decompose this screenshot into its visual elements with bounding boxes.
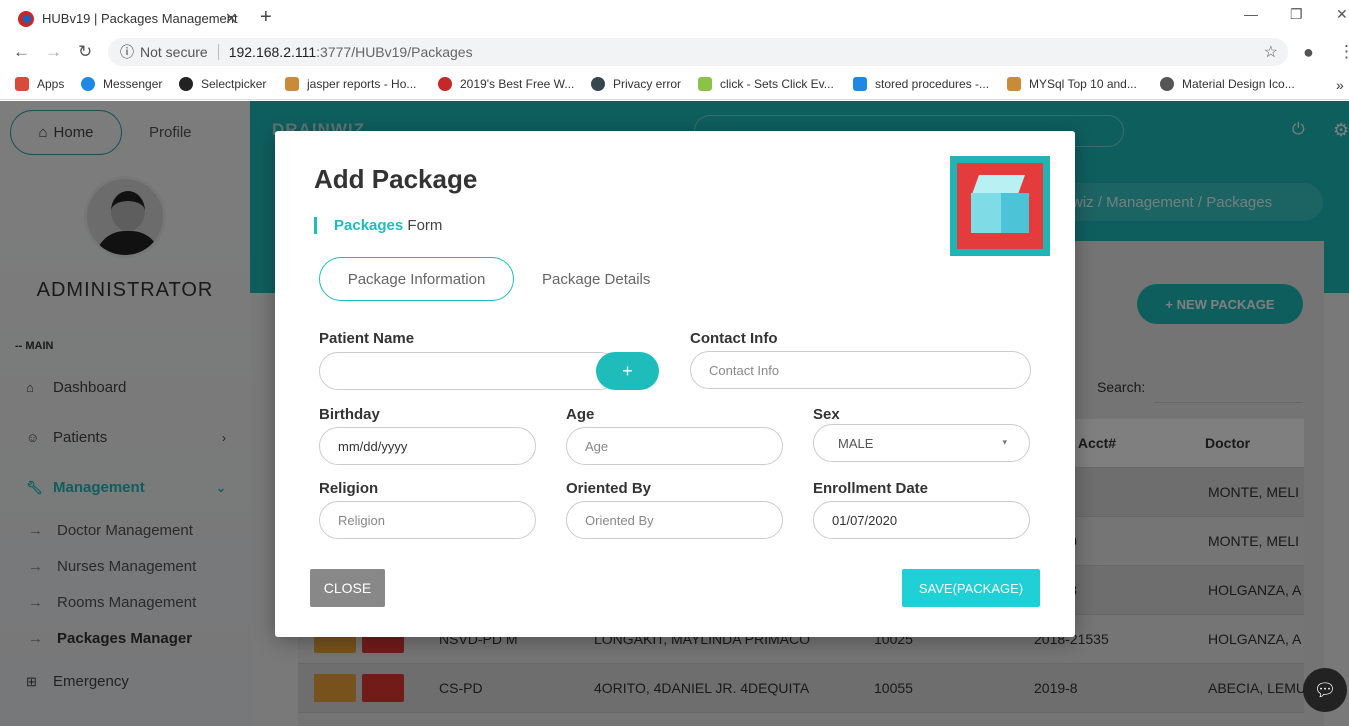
database-icon (853, 77, 867, 91)
tab-close-icon[interactable]: ✕ (225, 9, 238, 29)
stackoverflow-icon (1007, 77, 1021, 91)
bookmark-star-icon[interactable]: ☆ (1264, 42, 1278, 62)
patient-name-label: Patient Name (319, 330, 415, 347)
profile-icon[interactable]: ● (1303, 42, 1314, 63)
window-close-icon[interactable]: ✕ (1336, 6, 1348, 23)
bookmark-free-w[interactable]: 2019's Best Free W... (438, 77, 574, 91)
restore-icon[interactable]: ❐ (1290, 6, 1303, 23)
reload-icon[interactable]: ↻ (78, 42, 92, 62)
birthday-field[interactable]: mm/dd/yyyy (319, 427, 536, 465)
add-package-modal: Add Package Packages Form Package Inform… (275, 131, 1075, 637)
browser-tab[interactable]: HUBv19 | Packages Management ✕ (8, 3, 248, 34)
github-icon (179, 77, 193, 91)
apps-grid-icon (15, 77, 29, 91)
close-button[interactable]: CLOSE (310, 569, 385, 607)
enrollment-date-label: Enrollment Date (813, 480, 929, 497)
bookmark-stored-procedures[interactable]: stored procedures -... (853, 77, 989, 91)
chevron-down-icon: ▾ (1002, 437, 1007, 447)
globe-icon (1160, 77, 1174, 91)
modal-title: Add Package (314, 164, 478, 194)
stackoverflow-icon (285, 77, 299, 91)
tab-package-details[interactable]: Package Details (542, 271, 650, 288)
url-host: 192.168.2.111 (228, 44, 317, 60)
age-label: Age (566, 406, 595, 423)
religion-field[interactable]: Religion (319, 501, 536, 539)
url-path: :3777/HUBv19/Packages (316, 44, 473, 60)
bookmark-material-design[interactable]: Material Design Ico... (1160, 77, 1295, 91)
add-patient-button[interactable]: + (596, 352, 659, 390)
contact-info-label: Contact Info (690, 330, 778, 347)
browser-tab-strip: HUBv19 | Packages Management ✕ + — ❐ ✕ (0, 0, 1349, 34)
bookmarks-overflow[interactable]: » (1336, 77, 1344, 93)
package-box-icon (950, 156, 1050, 256)
address-bar-row: ← → ↻ ⓘ Not secure 192.168.2.111 :3777/H… (0, 34, 1349, 70)
site-favicon-icon (18, 10, 34, 27)
bookmark-selectpicker[interactable]: Selectpicker (179, 77, 266, 91)
bookmark-jasper[interactable]: jasper reports - Ho... (285, 77, 416, 91)
bookmarks-bar: Apps Messenger Selectpicker jasper repor… (0, 70, 1349, 100)
bookmark-messenger[interactable]: Messenger (81, 77, 162, 91)
save-package-button[interactable]: SAVE(PACKAGE) (902, 569, 1040, 607)
patient-name-field[interactable] (319, 352, 619, 390)
url-field[interactable]: ⓘ Not secure 192.168.2.111 :3777/HUBv19/… (108, 38, 1288, 66)
contact-info-field[interactable]: Contact Info (690, 351, 1031, 389)
site-icon (438, 77, 452, 91)
tab-title: HUBv19 | Packages Management (42, 11, 238, 26)
bookmark-mysql[interactable]: MYSql Top 10 and... (1007, 77, 1137, 91)
security-label: Not secure (140, 44, 219, 60)
chat-icon[interactable]: 💬︎ (1303, 668, 1347, 712)
new-tab-button[interactable]: + (260, 6, 272, 29)
sex-label: Sex (813, 406, 840, 423)
messenger-icon (81, 77, 95, 91)
enrollment-date-field[interactable]: 01/07/2020 (813, 501, 1030, 539)
birthday-label: Birthday (319, 406, 380, 423)
minimize-icon[interactable]: — (1244, 6, 1258, 22)
bookmark-privacy-error[interactable]: Privacy error (591, 77, 681, 91)
sex-select[interactable]: MALE ▾ (813, 424, 1030, 462)
religion-label: Religion (319, 480, 379, 497)
oriented-by-field[interactable]: Oriented By (566, 501, 783, 539)
bookmark-apps[interactable]: Apps (15, 77, 64, 91)
info-icon[interactable]: ⓘ (120, 42, 134, 62)
age-field[interactable]: Age (566, 427, 783, 465)
modal-subtitle: Packages Form (314, 217, 442, 234)
browser-menu-icon[interactable]: ⋮ (1338, 42, 1349, 62)
oriented-by-label: Oriented By (566, 480, 652, 497)
globe-icon (591, 77, 605, 91)
back-icon[interactable]: ← (13, 42, 30, 62)
bookmark-click[interactable]: click - Sets Click Ev... (698, 77, 834, 91)
tab-package-information[interactable]: Package Information (319, 257, 514, 301)
site-icon (698, 77, 712, 91)
forward-icon[interactable]: → (45, 42, 62, 62)
